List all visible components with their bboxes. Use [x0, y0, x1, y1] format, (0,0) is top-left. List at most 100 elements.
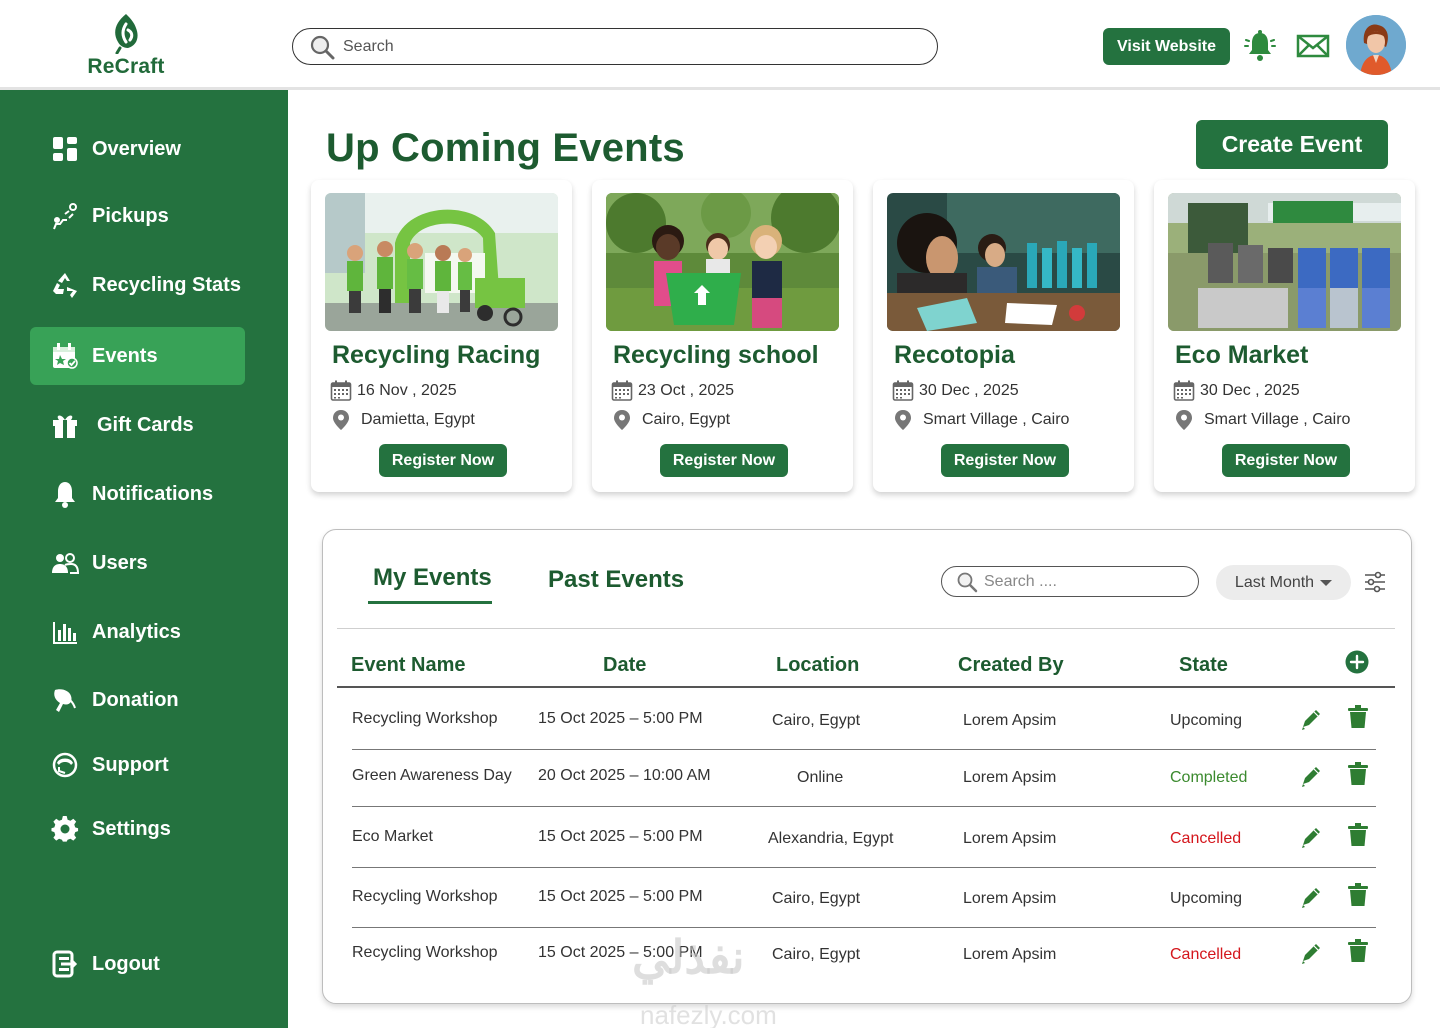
add-event-icon[interactable]	[1345, 650, 1369, 674]
sidebar-item-users[interactable]: Users	[30, 534, 245, 592]
sidebar-item-analytics[interactable]: Analytics	[30, 603, 245, 661]
cell-event-name: Eco Market	[352, 828, 433, 845]
visit-website-button[interactable]: Visit Website	[1103, 28, 1230, 65]
chevron-down-icon	[1320, 579, 1333, 586]
event-card-date-text: 30 Dec , 2025	[1200, 382, 1300, 399]
sidebar-item-label: Donation	[92, 688, 179, 711]
sidebar-item-label: Gift Cards	[97, 413, 194, 436]
event-card-location-text: Cairo, Egypt	[642, 411, 731, 428]
event-card-location: Smart Village , Cairo	[891, 409, 1069, 431]
sidebar-item-settings[interactable]: Settings	[30, 800, 245, 858]
recycle-icon	[50, 270, 80, 300]
edit-icon[interactable]	[1300, 942, 1322, 966]
event-card[interactable]: Recycling school 23 Oct , 2025 Cairo, Eg…	[592, 180, 853, 492]
tab-past-events[interactable]: Past Events	[548, 566, 684, 594]
event-card-image	[606, 193, 839, 331]
sidebar-item-donation[interactable]: Donation	[30, 671, 245, 729]
filter-sliders-icon[interactable]	[1363, 570, 1387, 594]
sidebar-item-events[interactable]: Events	[30, 327, 245, 385]
cell-created-by: Lorem Apsim	[963, 890, 1057, 907]
global-search[interactable]	[292, 28, 938, 65]
event-photo-recotopia	[887, 193, 1120, 331]
event-card[interactable]: Eco Market 30 Dec , 2025 Smart Village ,…	[1154, 180, 1415, 492]
edit-icon[interactable]	[1300, 765, 1322, 789]
event-card-location: Smart Village , Cairo	[1172, 409, 1350, 431]
notification-bell-icon[interactable]	[1242, 28, 1278, 64]
panel-divider	[337, 628, 1395, 629]
sidebar-item-label: Events	[92, 344, 158, 367]
cell-location: Cairo, Egypt	[772, 712, 861, 729]
delete-icon[interactable]	[1347, 883, 1369, 907]
events-search[interactable]	[941, 566, 1199, 597]
column-header-event-name: Event Name	[351, 654, 466, 676]
delete-icon[interactable]	[1347, 705, 1369, 729]
watermark-url: nafezly.com	[640, 1000, 777, 1028]
cell-state: Upcoming	[1170, 712, 1243, 729]
sidebar-item-gift-cards[interactable]: Gift Cards	[30, 396, 245, 454]
register-now-button[interactable]: Register Now	[941, 444, 1069, 477]
calendar-icon	[1172, 380, 1196, 402]
column-header-date: Date	[603, 654, 647, 676]
edit-icon[interactable]	[1300, 708, 1322, 732]
cell-date: 15 Oct 2025 – 5:00 PM	[538, 828, 703, 845]
events-panel: My Events Past Events Last Month Event N…	[322, 529, 1412, 1004]
avatar-image	[1346, 15, 1406, 75]
date-filter-value: Last Month	[1234, 573, 1315, 591]
sidebar-item-pickups[interactable]: Pickups	[30, 187, 245, 245]
column-header-created-by: Created By	[958, 654, 1064, 676]
event-card-title: Recotopia	[894, 341, 1015, 369]
event-card-location: Damietta, Egypt	[329, 409, 475, 431]
sidebar-item-support[interactable]: Support	[30, 736, 245, 794]
create-event-button[interactable]: Create Event	[1196, 120, 1388, 169]
event-photo-eco-market	[1168, 193, 1401, 331]
table-header-line	[337, 686, 1395, 688]
cell-event-name: Recycling Workshop	[352, 944, 498, 961]
event-photo-school	[606, 193, 839, 331]
register-now-button[interactable]: Register Now	[1222, 444, 1350, 477]
cell-created-by: Lorem Apsim	[963, 712, 1057, 729]
cell-date: 15 Oct 2025 – 5:00 PM	[538, 888, 703, 905]
location-pin-icon	[1172, 409, 1196, 431]
app-root: ReCraft Visit Website	[0, 0, 1440, 1028]
event-card-title: Recycling school	[613, 341, 819, 369]
sidebar-item-notifications[interactable]: Notifications	[30, 465, 245, 523]
register-now-button[interactable]: Register Now	[379, 444, 507, 477]
sidebar-item-recycling-stats[interactable]: Recycling Stats	[30, 256, 245, 314]
chart-icon	[50, 617, 80, 647]
cell-date: 20 Oct 2025 – 10:00 AM	[538, 767, 711, 784]
cell-event-name: Recycling Workshop	[352, 710, 498, 727]
register-now-button[interactable]: Register Now	[660, 444, 788, 477]
event-card-title: Recycling Racing	[332, 341, 541, 369]
row-divider	[352, 867, 1376, 868]
event-card[interactable]: Recotopia 30 Dec , 2025 Smart Village , …	[873, 180, 1134, 492]
column-header-state: State	[1179, 654, 1228, 676]
sidebar-item-label: Analytics	[92, 620, 181, 643]
user-avatar[interactable]	[1346, 15, 1406, 75]
event-card[interactable]: Recycling Racing 16 Nov , 2025 Damietta,…	[311, 180, 572, 492]
logo[interactable]: ReCraft	[84, 12, 168, 79]
logout-button[interactable]: Logout	[30, 935, 245, 993]
global-search-input[interactable]	[343, 37, 903, 56]
delete-icon[interactable]	[1347, 939, 1369, 963]
cell-created-by: Lorem Apsim	[963, 830, 1057, 847]
watermark: نفذلي	[632, 931, 745, 983]
pickup-icon	[50, 201, 80, 231]
cell-location: Cairo, Egypt	[772, 890, 861, 907]
delete-icon[interactable]	[1347, 762, 1369, 786]
sidebar-item-overview[interactable]: Overview	[30, 120, 245, 178]
tab-my-events[interactable]: My Events	[373, 564, 492, 592]
edit-icon[interactable]	[1300, 886, 1322, 910]
active-tab-indicator	[368, 601, 492, 604]
calendar-icon	[50, 341, 80, 371]
cell-created-by: Lorem Apsim	[963, 769, 1057, 786]
event-card-location-text: Smart Village , Cairo	[1204, 411, 1351, 428]
delete-icon[interactable]	[1347, 823, 1369, 847]
mail-icon[interactable]	[1296, 32, 1330, 60]
events-search-input[interactable]	[984, 572, 1184, 591]
gift-icon	[50, 410, 80, 440]
event-card-date-text: 30 Dec , 2025	[919, 382, 1019, 399]
edit-icon[interactable]	[1300, 826, 1322, 850]
location-pin-icon	[891, 409, 915, 431]
event-card-date: 30 Dec , 2025	[891, 380, 1019, 402]
date-filter-dropdown[interactable]: Last Month	[1216, 565, 1351, 600]
